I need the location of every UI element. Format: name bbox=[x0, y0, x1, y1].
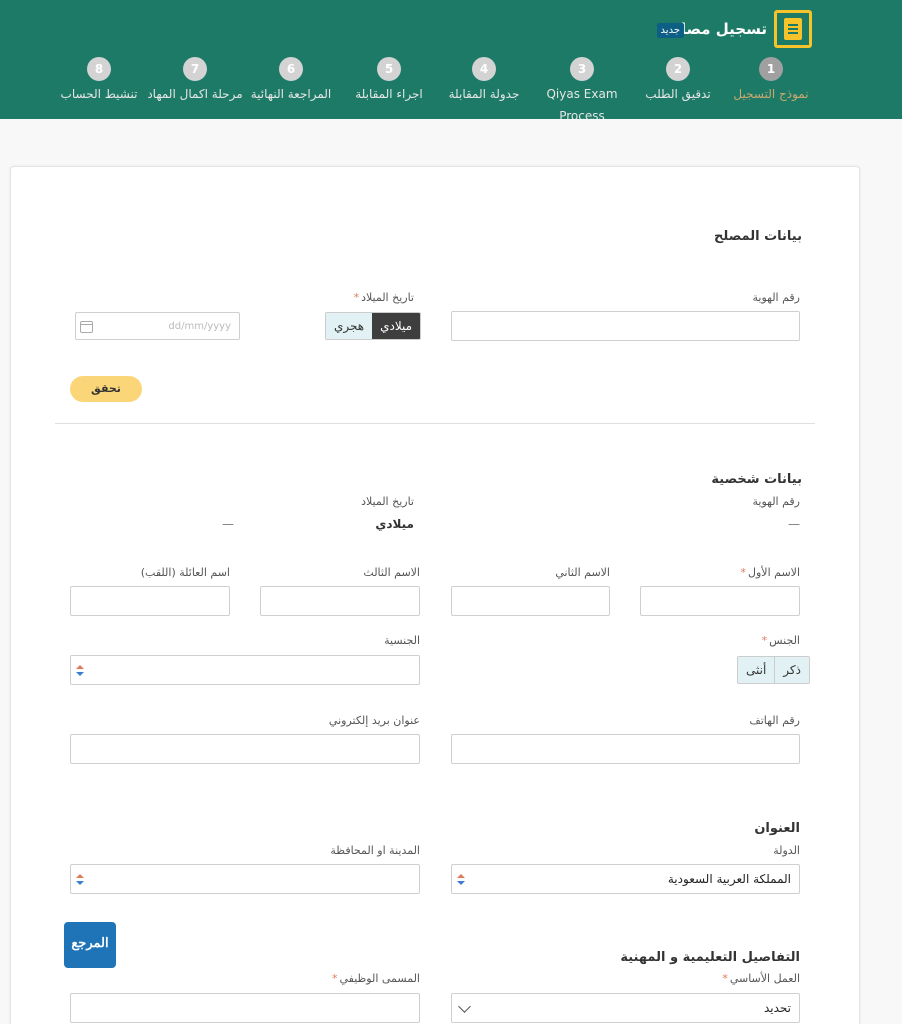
primary-work-label: العمل الأساسي* bbox=[722, 972, 800, 985]
primary-work-value: تحديد bbox=[763, 1001, 791, 1015]
family-name-label: اسم العائلة (اللقب) bbox=[140, 566, 230, 579]
step-4[interactable]: 4 جدولة المقابلة bbox=[436, 57, 532, 105]
header-bar: تسجيل مصلح جديد 1 نموذج التسجيل 2 تدقيق … bbox=[0, 0, 902, 119]
step-5[interactable]: 5 اجراء المقابلة bbox=[341, 57, 437, 105]
step-7[interactable]: 7 مرحلة اكمال المهاد bbox=[147, 57, 243, 105]
step-number: 7 bbox=[183, 57, 207, 81]
personal-id-value: — bbox=[788, 517, 800, 531]
job-title-label: المسمى الوظيفي* bbox=[331, 972, 420, 985]
personal-dob-dash: — bbox=[222, 517, 234, 531]
dob-date-input[interactable]: dd/mm/yyyy bbox=[75, 312, 240, 340]
personal-dob-value: ميلادي bbox=[375, 517, 414, 531]
site-logo: المرجع bbox=[64, 922, 116, 968]
calendar-icon[interactable] bbox=[80, 321, 93, 333]
step-label: جدولة المقابلة bbox=[448, 87, 520, 101]
job-title-input[interactable] bbox=[70, 993, 420, 1023]
personal-dob-label: تاريخ الميلاد bbox=[361, 495, 414, 508]
step-label: تنشيط الحساب bbox=[60, 87, 138, 101]
step-label: اجراء المقابلة bbox=[355, 87, 423, 101]
section-title-education: التفاصيل التعليمية و المهنية bbox=[620, 950, 800, 965]
step-6[interactable]: 6 المراجعة النهائية bbox=[243, 57, 339, 105]
email-label: عنوان بريد إلكتروني bbox=[328, 714, 420, 727]
select-arrows-icon bbox=[76, 874, 84, 886]
phone-input[interactable] bbox=[451, 734, 800, 764]
chevron-down-icon bbox=[458, 1000, 471, 1013]
nationality-label: الجنسية bbox=[384, 634, 420, 647]
phone-label: رقم الهاتف bbox=[749, 714, 800, 727]
third-name-input[interactable] bbox=[260, 586, 420, 616]
verify-button[interactable]: تحقق bbox=[70, 376, 142, 402]
male-option[interactable]: ذكر bbox=[775, 657, 809, 683]
gender-label: الجنس* bbox=[761, 634, 800, 647]
first-name-label: الاسم الأول* bbox=[740, 566, 801, 579]
step-2[interactable]: 2 تدقيق الطلب bbox=[630, 57, 726, 105]
personal-id-label: رقم الهوية bbox=[752, 495, 800, 508]
country-value: المملكة العربية السعودية bbox=[667, 872, 791, 886]
page-title: تسجيل مصلح bbox=[669, 20, 767, 38]
city-select[interactable] bbox=[70, 864, 420, 894]
step-3[interactable]: 3 Qiyas Exam Process bbox=[534, 57, 630, 119]
second-name-input[interactable] bbox=[451, 586, 610, 616]
country-label: الدولة bbox=[773, 844, 800, 857]
step-label: تدقيق الطلب bbox=[645, 87, 711, 101]
step-label: مرحلة اكمال المهاد bbox=[147, 87, 243, 101]
step-number: 1 bbox=[759, 57, 783, 81]
step-1[interactable]: 1 نموذج التسجيل bbox=[723, 57, 819, 105]
id-label: رقم الهوية bbox=[752, 291, 800, 304]
step-label: نموذج التسجيل bbox=[733, 87, 809, 101]
document-icon bbox=[774, 10, 812, 48]
section-title-personal: بيانات شخصية bbox=[711, 472, 802, 487]
step-number: 5 bbox=[377, 57, 401, 81]
third-name-label: الاسم الثالث bbox=[363, 566, 420, 579]
dob-label: تاريخ الميلاد* bbox=[353, 291, 414, 304]
step-8[interactable]: 8 تنشيط الحساب bbox=[51, 57, 147, 105]
female-option[interactable]: أنثى bbox=[738, 657, 776, 683]
select-arrows-icon bbox=[457, 874, 465, 886]
id-number-input[interactable] bbox=[451, 311, 800, 341]
country-select[interactable]: المملكة العربية السعودية bbox=[451, 864, 800, 894]
select-arrows-icon bbox=[76, 665, 84, 677]
primary-work-select[interactable]: تحديد bbox=[451, 993, 800, 1023]
step-label: Qiyas Exam Process bbox=[546, 87, 618, 119]
step-number: 3 bbox=[570, 57, 594, 81]
family-name-input[interactable] bbox=[70, 586, 230, 616]
second-name-label: الاسم الثاني bbox=[555, 566, 610, 579]
email-input[interactable] bbox=[70, 734, 420, 764]
hijri-option[interactable]: هجري bbox=[326, 313, 373, 339]
step-label: المراجعة النهائية bbox=[250, 87, 332, 101]
new-badge: جديد bbox=[656, 23, 684, 38]
step-number: 6 bbox=[279, 57, 303, 81]
step-number: 8 bbox=[87, 57, 111, 81]
step-number: 2 bbox=[666, 57, 690, 81]
city-label: المدينة او المحافظة bbox=[330, 844, 420, 857]
step-number: 4 bbox=[472, 57, 496, 81]
calendar-type-toggle[interactable]: هجري ميلادي bbox=[325, 312, 422, 340]
first-name-input[interactable] bbox=[640, 586, 800, 616]
section-title-repairer: بيانات المصلح bbox=[714, 229, 802, 244]
section-divider bbox=[55, 423, 815, 424]
gender-toggle[interactable]: أنثى ذكر bbox=[737, 656, 810, 684]
nationality-select[interactable] bbox=[70, 655, 420, 685]
section-title-address: العنوان bbox=[754, 821, 800, 836]
gregorian-option[interactable]: ميلادي bbox=[372, 313, 421, 339]
